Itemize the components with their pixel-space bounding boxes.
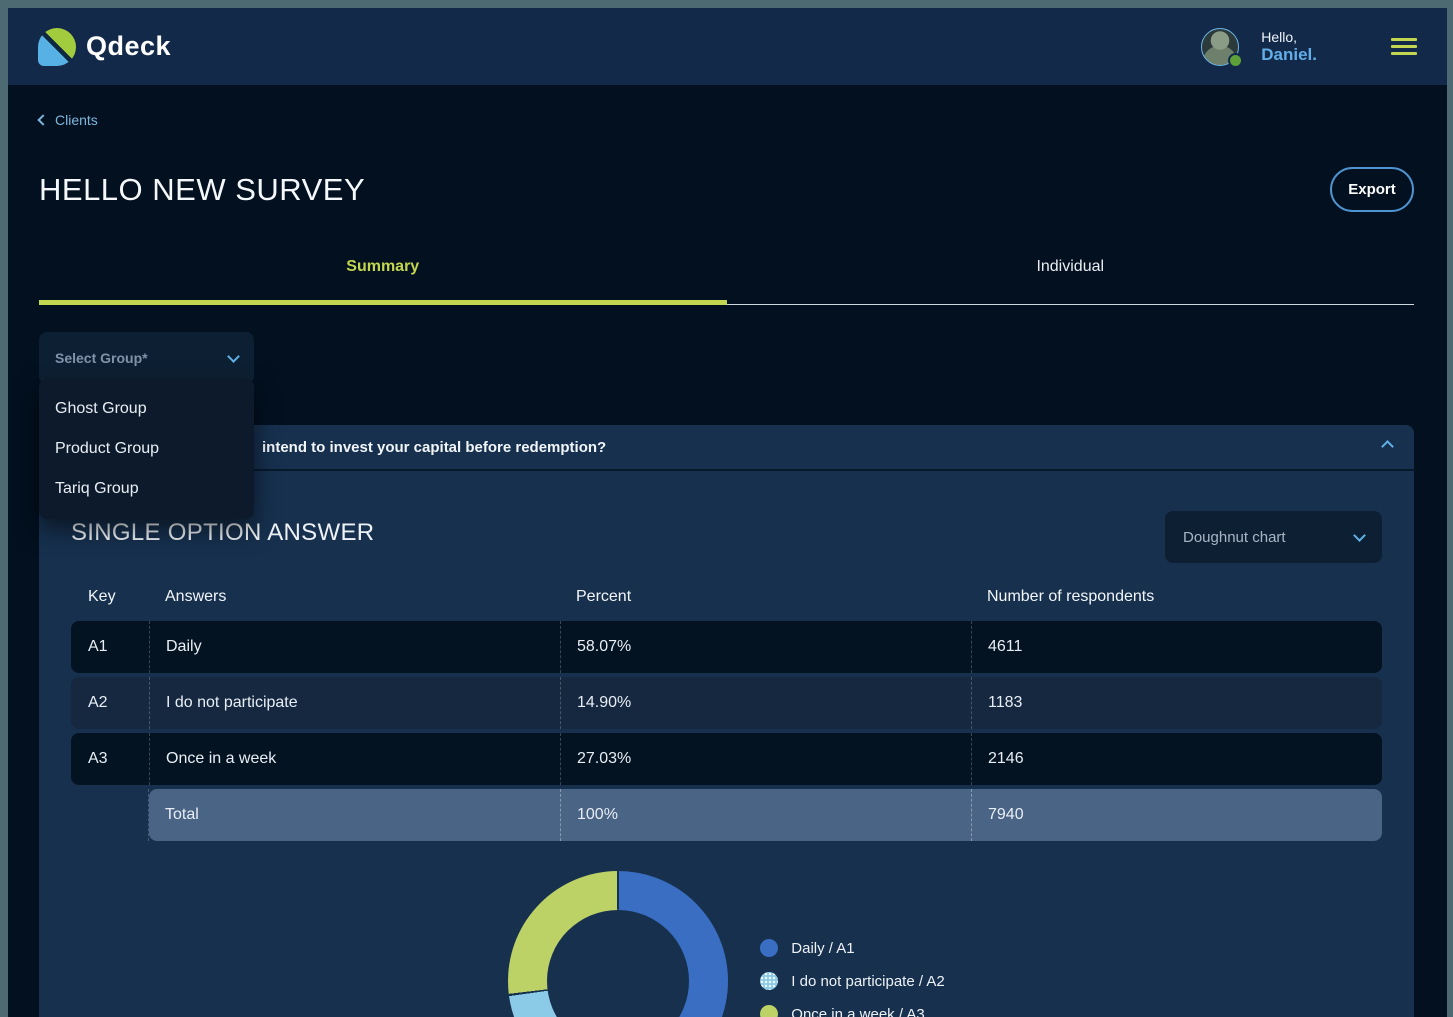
group-select-menu: Ghost Group Product Group Tariq Group [39,379,254,519]
group-option-ghost[interactable]: Ghost Group [39,389,254,429]
chevron-left-icon [37,114,49,126]
breadcrumb-label: Clients [55,112,98,128]
table-row: A2 I do not participate 14.90% 1183 [71,677,1382,729]
navbar-right: Hello, Daniel. [1201,27,1417,68]
online-status-icon [1228,52,1244,68]
legend-item: I do not participate / A2 [760,972,945,990]
chevron-down-icon [1353,528,1366,542]
legend-label: I do not participate / A2 [791,972,945,990]
cell-total-percent: 100% [560,789,971,841]
legend-label: Once in a week / A3 [791,1005,925,1017]
export-button[interactable]: Export [1330,167,1414,212]
legend-label: Daily / A1 [791,939,855,957]
greeting-hello: Hello, [1261,28,1298,45]
legend-item: Daily / A1 [760,939,944,957]
cell-respondents: 4611 [971,621,1382,673]
cell-key: A3 [88,750,108,767]
legend-item: Once in a week / A3 [760,1005,944,1017]
cell-percent: 14.90% [560,677,971,729]
tab-summary[interactable]: Summary [39,244,727,305]
breadcrumb[interactable]: Clients [37,112,98,128]
col-header-key: Key [88,588,116,605]
col-header-respondents: Number of respondents [987,588,1155,605]
legend-dot-participate [760,972,779,990]
top-navbar: Qdeck Hello, Daniel. [8,8,1447,85]
col-header-percent: Percent [576,588,632,605]
table-total-row: Total 100% 7940 [71,789,1382,841]
doughnut-chart-area: Daily / A1 I do not participate / A2 Onc… [71,871,1382,1017]
cell-answer: Once in a week [149,733,560,785]
greeting-name: Daniel. [1261,44,1317,64]
chart-type-value: Doughnut chart [1183,528,1286,546]
col-header-answers: Answers [165,588,227,605]
brand-name: Qdeck [86,31,172,61]
chart-legend: Daily / A1 I do not participate / A2 Onc… [760,939,945,1017]
panel-body: SINGLE OPTION ANSWER Doughnut chart Key … [39,471,1414,1017]
legend-dot-daily [760,939,779,957]
tab-individual[interactable]: Individual [726,244,1414,305]
user-avatar[interactable] [1201,27,1244,68]
doughnut-hole [547,910,690,1017]
group-option-product[interactable]: Product Group [39,429,254,469]
legend-dot-week [760,1005,779,1017]
cell-respondents: 1183 [971,677,1382,729]
cell-percent: 27.03% [560,733,971,785]
group-select[interactable]: Select Group* [39,332,254,384]
tab-bar: Summary Individual [39,244,1414,305]
table-row: A1 Daily 58.07% 4611 [71,621,1382,673]
chevron-down-icon [227,349,240,363]
cell-percent: 58.07% [560,621,971,673]
brand-logo[interactable]: Qdeck [38,27,172,66]
cell-key-empty [71,789,149,841]
title-row: HELLO NEW SURVEY Export [39,167,1414,212]
chevron-up-icon[interactable] [1381,440,1394,453]
cell-answer: I do not participate [149,677,560,729]
cell-key: A2 [88,694,108,711]
app-window: Qdeck Hello, Daniel. Clients HELLO NEW S… [8,8,1447,1017]
user-greeting: Hello, Daniel. [1261,29,1317,65]
doughnut-chart [508,871,729,1017]
chart-type-select[interactable]: Doughnut chart [1165,511,1382,563]
cell-respondents: 2146 [971,733,1382,785]
main-content: Clients HELLO NEW SURVEY Export Summary … [8,85,1447,1017]
page-title: HELLO NEW SURVEY [39,171,366,207]
table-row: A3 Once in a week 27.03% 2146 [71,733,1382,785]
qdeck-logo-icon [38,27,76,66]
group-select-label: Select Group* [55,350,148,366]
menu-icon[interactable] [1391,38,1417,55]
cell-total-label: Total [149,789,560,841]
answers-table: Key Answers Percent Number of respondent… [71,573,1382,841]
table-header-row: Key Answers Percent Number of respondent… [71,573,1382,621]
cell-key: A1 [88,638,108,655]
cell-answer: Daily [149,621,560,673]
group-option-tariq[interactable]: Tariq Group [39,469,254,509]
cell-total-respondents: 7940 [971,789,1382,841]
